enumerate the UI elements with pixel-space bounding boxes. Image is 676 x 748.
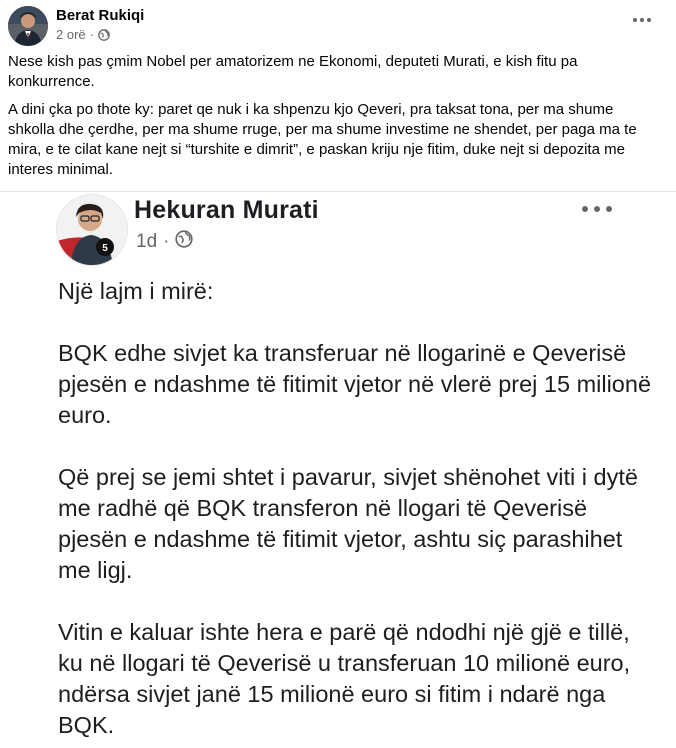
shared-author-avatar: 5 [56, 194, 128, 266]
shared-paragraph: Vitin e kaluar ishte hera e parë që ndod… [58, 619, 631, 738]
svg-text:5: 5 [102, 243, 108, 254]
shared-author-name: Hekuran Murati [134, 196, 319, 224]
shared-meta: 1d · [136, 230, 194, 254]
shared-meta-separator: · [163, 231, 170, 252]
shared-paragraph: BQK edhe sivjet ka transferuar në llogar… [58, 340, 652, 428]
shared-paragraph: Që prej se jemi shtet i pavarur, sivjet … [58, 464, 638, 583]
more-options-icon [582, 204, 612, 214]
shared-post-text: Një lajm i mirë: BQK edhe sivjet ka tran… [58, 276, 658, 748]
more-options-icon[interactable] [628, 10, 656, 30]
post-text: Nese kish pas çmim Nobel per amatorizem … [8, 52, 658, 188]
post-header: Berat Rukiqi 2 orë · [0, 0, 676, 52]
author-name[interactable]: Berat Rukiqi [56, 7, 144, 24]
post-time[interactable]: 2 orë [56, 27, 86, 42]
globe-icon [175, 230, 194, 254]
post-meta: 2 orë · [56, 27, 110, 42]
shared-time: 1d [136, 231, 158, 252]
shared-paragraph: Një lajm i mirë: [58, 278, 214, 304]
post-paragraph: A dini çka po thote ky: paret qe nuk i k… [8, 101, 637, 178]
post-paragraph: Nese kish pas çmim Nobel per amatorizem … [8, 53, 578, 90]
shared-screenshot[interactable]: 5 Hekuran Murati 1d · Një lajm i mirë: B… [0, 192, 676, 748]
meta-separator: · [89, 27, 94, 42]
globe-icon [98, 28, 110, 41]
author-avatar[interactable] [8, 6, 48, 46]
